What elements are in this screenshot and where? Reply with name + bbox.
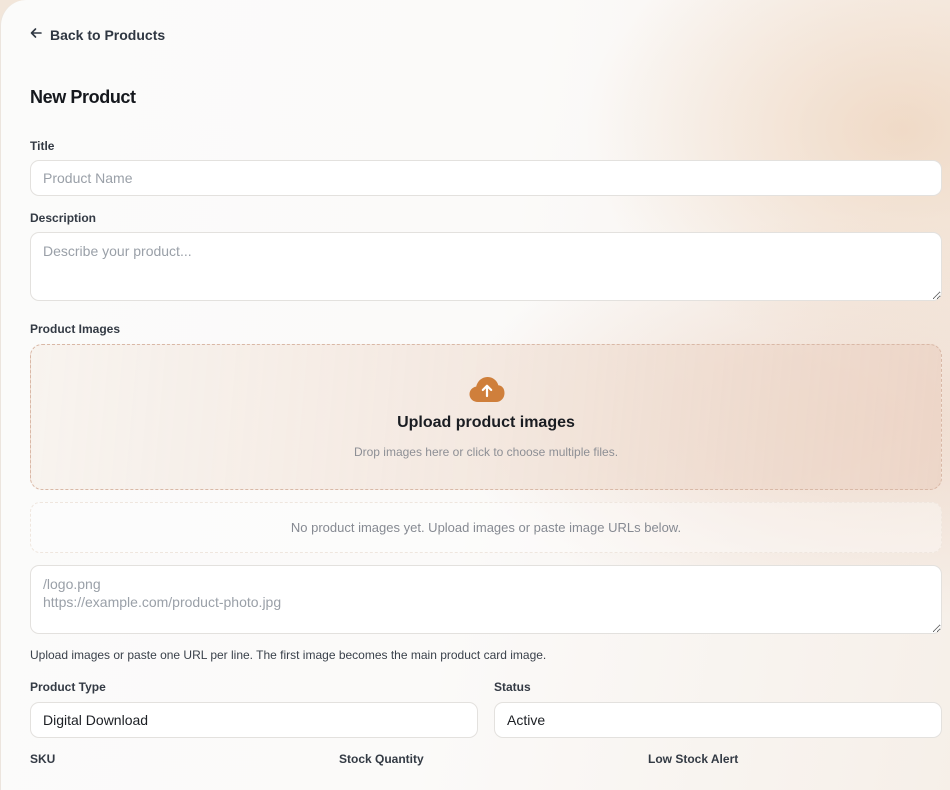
product-type-select[interactable]: Digital Download [30,702,478,738]
upload-subtitle: Drop images here or click to choose mult… [353,445,619,459]
description-label: Description [30,211,97,225]
image-urls-textarea[interactable] [30,565,942,634]
image-urls-hint: Upload images or paste one URL per line.… [30,648,547,662]
new-product-page: Back to Products New Product Title Descr… [0,0,950,790]
sku-label: SKU [30,752,56,766]
status-label: Status [494,680,531,694]
cloud-upload-icon [468,375,506,403]
product-type-label: Product Type [30,680,106,694]
back-to-products-link[interactable]: Back to Products [29,26,165,43]
upload-title: Upload product images [397,414,575,431]
image-upload-dropzone[interactable]: Upload product images Drop images here o… [30,344,942,490]
product-images-label: Product Images [30,322,121,336]
description-textarea[interactable] [30,232,942,301]
status-select[interactable]: Active [494,702,942,738]
page-title: New Product [30,87,136,107]
low-stock-alert-label: Low Stock Alert [648,752,739,766]
images-empty-state: No product images yet. Upload images or … [30,502,942,553]
stock-quantity-label: Stock Quantity [339,752,424,766]
back-label: Back to Products [50,26,166,43]
title-label: Title [30,139,55,153]
arrow-left-icon [29,26,43,43]
title-input[interactable] [30,160,942,196]
